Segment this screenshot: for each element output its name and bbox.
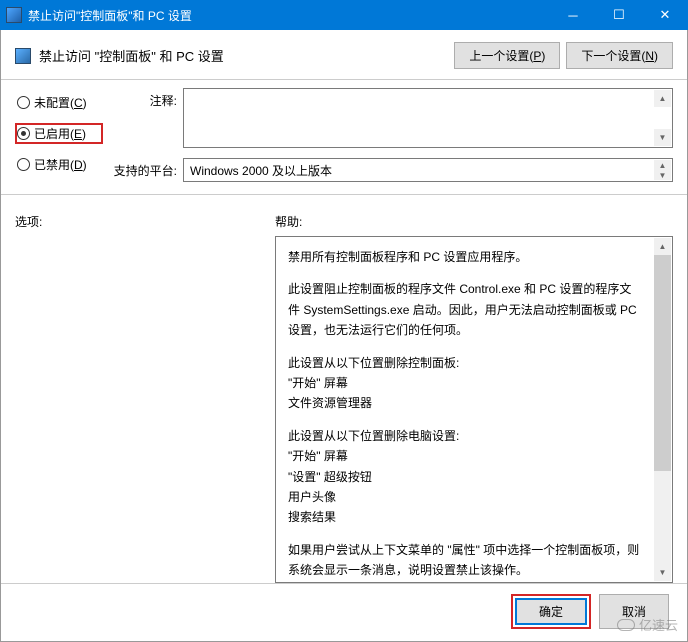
help-textbox[interactable]: 禁用所有控制面板程序和 PC 设置应用程序。 此设置阻止控制面板的程序文件 Co…: [275, 236, 673, 583]
radio-disabled[interactable]: 已禁用(D): [15, 154, 103, 175]
footer: 确定 取消: [1, 583, 687, 641]
help-label: 帮助:: [275, 213, 673, 230]
scroll-up-icon[interactable]: ▲: [654, 238, 671, 255]
comment-textbox[interactable]: ▲ ▼: [183, 88, 673, 148]
scroll-down-icon[interactable]: ▼: [654, 170, 671, 180]
scrollbar-thumb[interactable]: [654, 255, 671, 471]
radio-enabled[interactable]: 已启用(E): [15, 123, 103, 144]
radio-not-configured[interactable]: 未配置(C): [15, 92, 103, 113]
previous-setting-button[interactable]: 上一个设置(P): [454, 42, 560, 69]
options-label: 选项:: [15, 213, 265, 230]
app-icon: [6, 7, 22, 23]
comment-label: 注释:: [113, 88, 177, 109]
window-title: 禁止访问"控制面板"和 PC 设置: [28, 7, 550, 24]
help-paragraph: 禁用所有控制面板程序和 PC 设置应用程序。: [288, 247, 642, 267]
next-setting-button[interactable]: 下一个设置(N): [566, 42, 673, 69]
radio-icon: [17, 158, 30, 171]
lower-section: 选项: 帮助: 禁用所有控制面板程序和 PC 设置应用程序。 此设置阻止控制面板…: [1, 203, 687, 583]
help-paragraph: 此设置阻止控制面板的程序文件 Control.exe 和 PC 设置的程序文件 …: [288, 279, 642, 340]
titlebar: 禁止访问"控制面板"和 PC 设置 ─ ☐ ✕: [0, 0, 688, 30]
help-paragraph: 如果用户尝试从上下文菜单的 "属性" 项中选择一个控制面板项，则系统会显示一条消…: [288, 540, 642, 581]
scroll-down-icon[interactable]: ▼: [654, 564, 671, 581]
ok-button[interactable]: 确定: [515, 598, 587, 625]
platform-value: Windows 2000 及以上版本: [190, 162, 332, 179]
maximize-button[interactable]: ☐: [596, 0, 642, 30]
fields-column: 注释: ▲ ▼ 支持的平台: Windows 2000 及以上版本 ▲ ▼: [103, 88, 673, 182]
scroll-up-icon[interactable]: ▲: [654, 90, 671, 107]
help-paragraph: 此设置从以下位置删除控制面板: "开始" 屏幕 文件资源管理器: [288, 353, 642, 414]
scroll-up-icon[interactable]: ▲: [654, 160, 671, 170]
radio-group: 未配置(C) 已启用(E) 已禁用(D): [15, 88, 103, 182]
header-row: 禁止访问 "控制面板" 和 PC 设置 上一个设置(P) 下一个设置(N): [1, 30, 687, 77]
help-paragraph: 此设置从以下位置删除电脑设置: "开始" 屏幕 "设置" 超级按钮 用户头像 搜…: [288, 426, 642, 528]
policy-icon: [15, 48, 31, 64]
close-button[interactable]: ✕: [642, 0, 688, 30]
window-controls: ─ ☐ ✕: [550, 0, 688, 30]
client-area: 禁止访问 "控制面板" 和 PC 设置 上一个设置(P) 下一个设置(N) 未配…: [0, 30, 688, 642]
help-column: 帮助: 禁用所有控制面板程序和 PC 设置应用程序。 此设置阻止控制面板的程序文…: [275, 213, 673, 583]
platform-textbox: Windows 2000 及以上版本 ▲ ▼: [183, 158, 673, 182]
options-column: 选项:: [15, 213, 265, 583]
separator: [1, 79, 687, 80]
scroll-down-icon[interactable]: ▼: [654, 129, 671, 146]
minimize-button[interactable]: ─: [550, 0, 596, 30]
separator: [1, 194, 687, 195]
cancel-button[interactable]: 取消: [599, 594, 669, 629]
scrollbar-track[interactable]: [654, 255, 671, 564]
ok-highlight: 确定: [511, 594, 591, 629]
radio-icon: [17, 127, 30, 140]
middle-section: 未配置(C) 已启用(E) 已禁用(D) 注释: ▲ ▼: [1, 88, 687, 182]
radio-icon: [17, 96, 30, 109]
policy-title: 禁止访问 "控制面板" 和 PC 设置: [39, 46, 454, 65]
scrollbar[interactable]: ▲ ▼: [654, 238, 671, 581]
platform-label: 支持的平台:: [113, 158, 177, 179]
